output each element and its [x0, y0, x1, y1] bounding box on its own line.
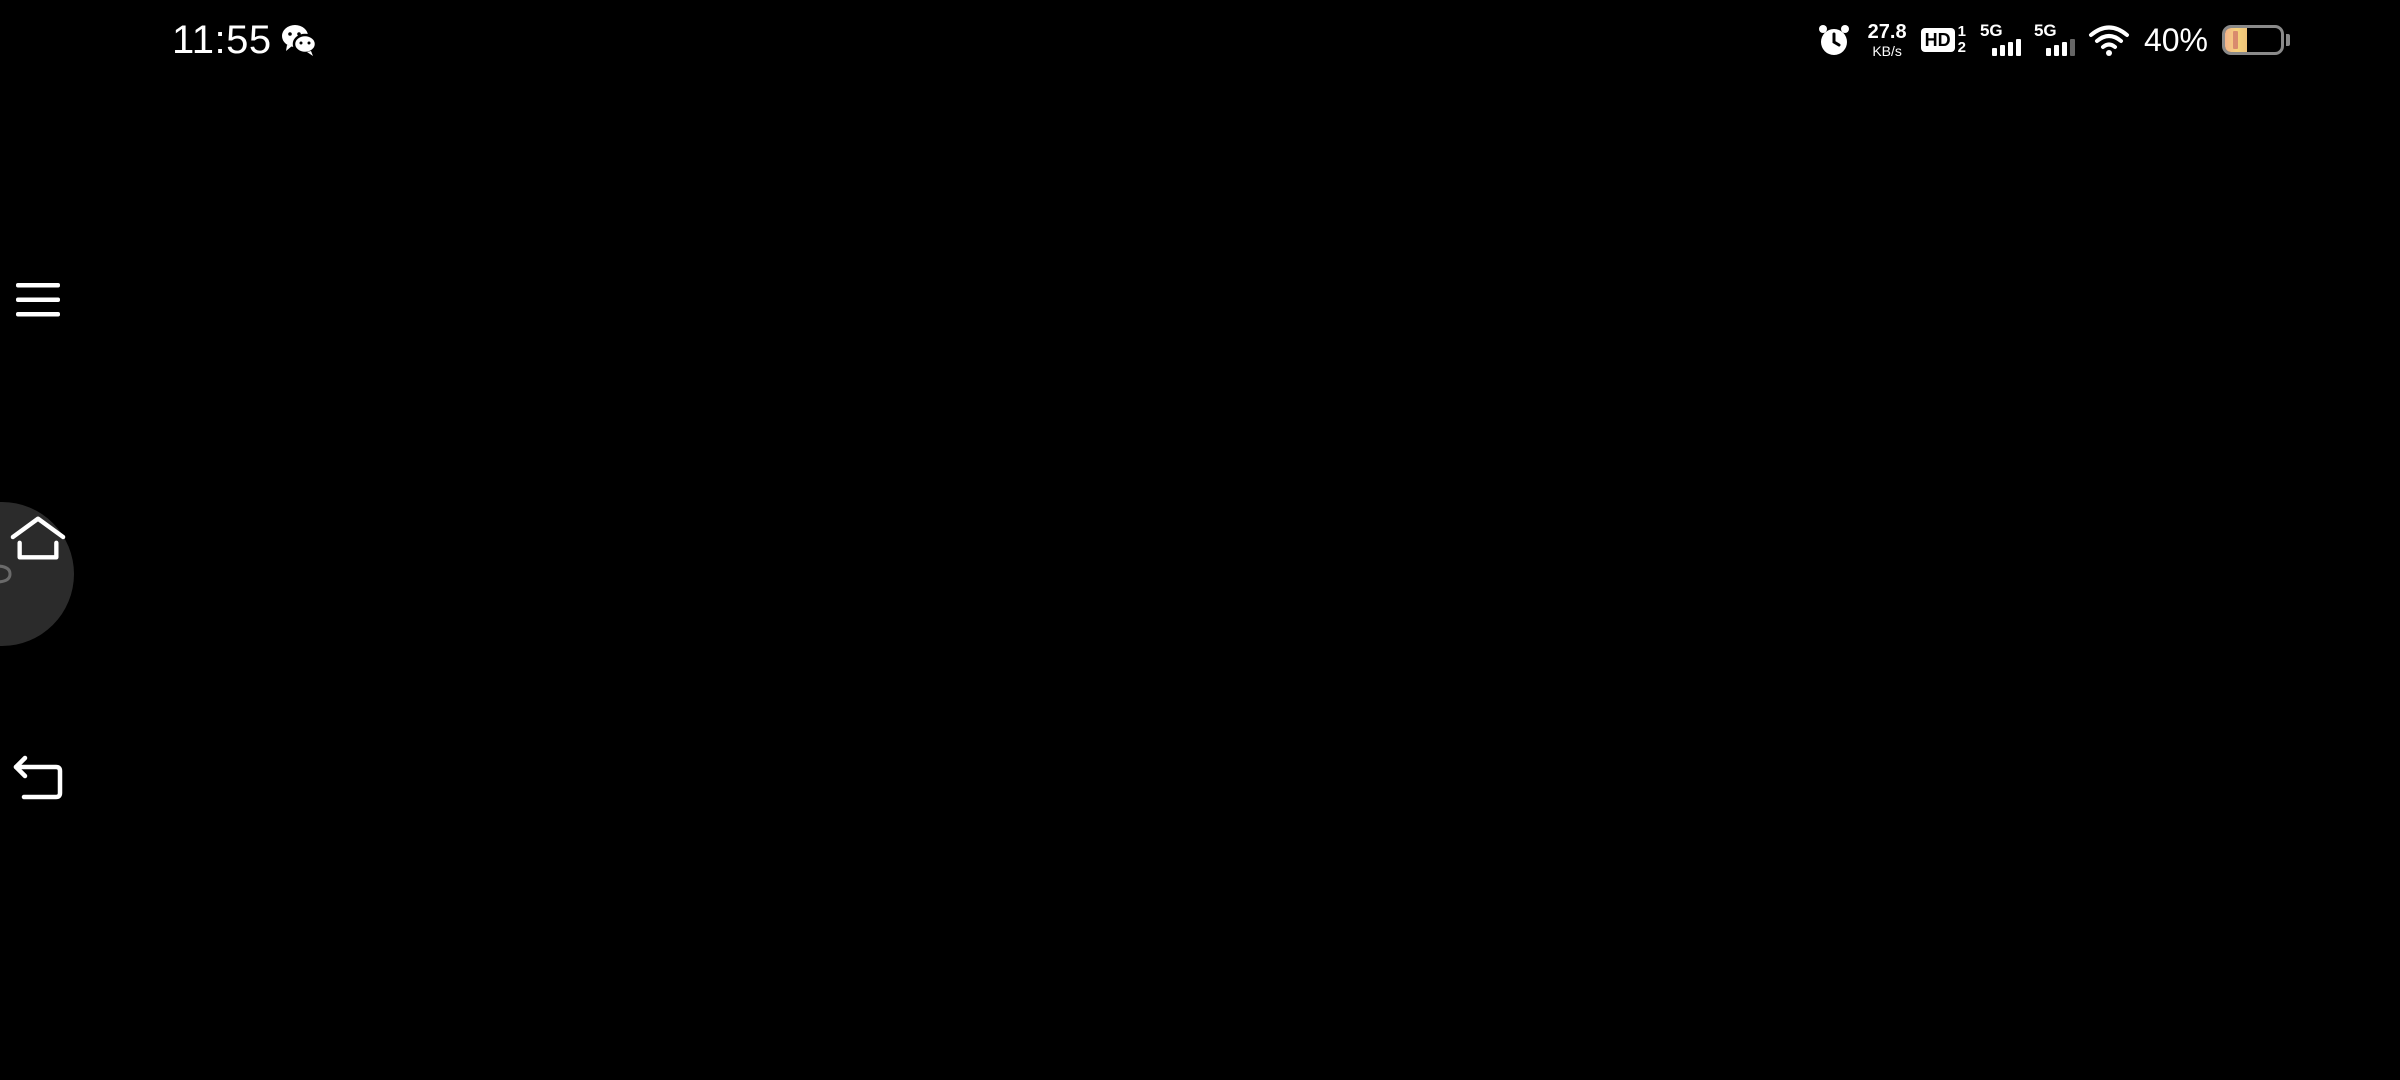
screen: 11:55 27.8 KB/s HD 1 2 5G 5G 40% [0, 0, 2400, 1080]
back-icon [13, 755, 63, 800]
wifi-icon [2088, 25, 2129, 56]
battery-percent: 40% [2143, 21, 2208, 58]
home-button[interactable] [10, 510, 66, 566]
battery-tip [2286, 34, 2290, 46]
home-icon [10, 516, 66, 560]
hd-sim-top: 1 [1957, 23, 1966, 41]
hd-label: HD [1920, 28, 1955, 52]
hd-sim-bottom: 2 [1957, 39, 1966, 56]
wechat-icon [282, 25, 318, 56]
hd-sim-numbers: 1 2 [1958, 24, 1966, 56]
battery-level-fill [2225, 28, 2248, 52]
signal-5g-sim1-icon: 5G [1979, 20, 2021, 60]
network-speed-unit: KB/s [1872, 43, 1902, 59]
network-speed-value: 27.8 [1867, 21, 1907, 43]
status-icons: 27.8 KB/s HD 1 2 5G 5G 40% [1816, 0, 2290, 80]
sim1-network-label: 5G [1979, 21, 2003, 40]
status-time: 11:55 [172, 18, 272, 62]
sim2-network-label: 5G [2033, 21, 2057, 40]
signal-5g-sim2-icon: 5G [2033, 20, 2075, 60]
battery-icon [2222, 25, 2284, 55]
menu-button[interactable] [10, 272, 66, 328]
status-bar: 11:55 27.8 KB/s HD 1 2 5G 5G 40% [0, 0, 2400, 80]
hd-volte-icon: HD 1 2 [1920, 24, 1966, 56]
network-speed: 27.8 KB/s [1868, 22, 1907, 58]
back-button[interactable] [10, 750, 66, 806]
menu-icon [16, 283, 60, 317]
alarm-icon [1818, 25, 1849, 55]
